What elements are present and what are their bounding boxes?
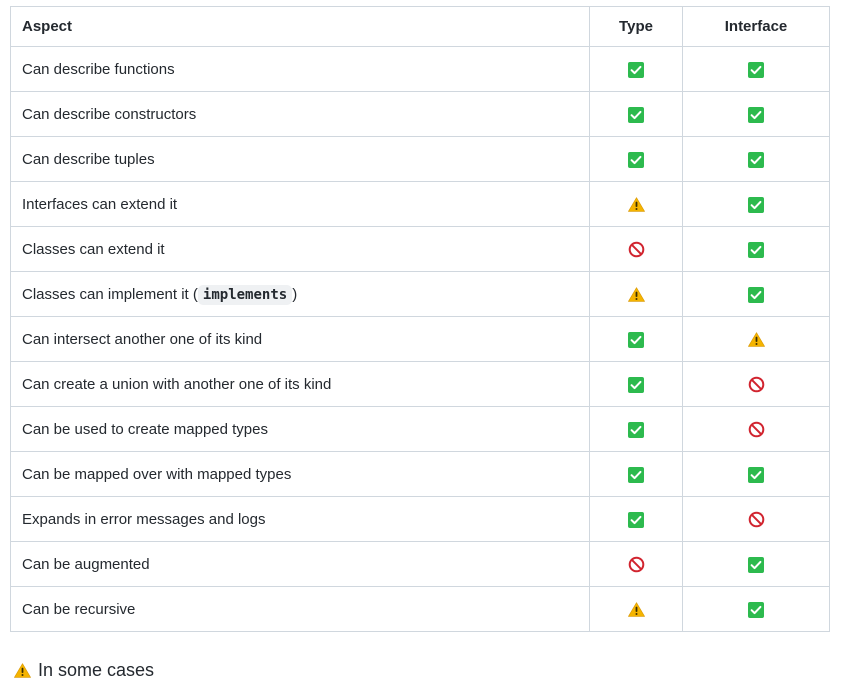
type-cell [589,316,683,362]
comparison-table: Aspect Type Interface Can describe funct… [10,6,830,632]
aspect-cell: Classes can extend it [10,226,590,272]
type-cell [589,541,683,587]
table-row: Can create a union with another one of i… [10,361,830,407]
aspect-cell: Classes can implement it (implements) [10,271,590,317]
type-cell [589,46,683,92]
table-row: Can be mapped over with mapped types [10,451,830,497]
table-row: Can intersect another one of its kind [10,316,830,362]
no-entry-icon [748,511,765,528]
aspect-cell: Can be mapped over with mapped types [10,451,590,497]
check-icon [748,61,764,78]
table-body: Can describe functions Can describe const… [10,46,830,632]
type-cell [589,451,683,497]
no-entry-icon [628,556,645,573]
interface-cell [682,541,830,587]
table-row: Interfaces can extend it [10,181,830,227]
header-type: Type [589,6,683,47]
footnote: In some cases [14,660,154,681]
aspect-cell: Can create a union with another one of i… [10,361,590,407]
interface-cell [682,271,830,317]
check-icon [748,241,764,258]
warning-icon [747,332,765,347]
type-cell [589,406,683,452]
table-row: Classes can extend it [10,226,830,272]
aspect-cell: Can be used to create mapped types [10,406,590,452]
aspect-text: Classes can implement it ( [22,285,198,303]
no-entry-icon [628,241,645,258]
interface-cell [682,361,830,407]
interface-cell [682,496,830,542]
warning-icon [627,197,645,212]
check-icon [748,286,764,303]
interface-cell [682,406,830,452]
table-row: Can be augmented [10,541,830,587]
aspect-cell: Interfaces can extend it [10,181,590,227]
interface-cell [682,181,830,227]
code-keyword: implements [197,284,293,305]
check-icon [748,106,764,123]
check-icon [748,601,764,618]
check-icon [628,511,644,528]
aspect-cell: Can describe tuples [10,136,590,182]
warning-icon [14,663,31,678]
interface-cell [682,136,830,182]
aspect-cell: Can describe functions [10,46,590,92]
type-cell [589,91,683,137]
no-entry-icon [748,421,765,438]
table-row: Can describe functions [10,46,830,92]
interface-cell [682,316,830,362]
aspect-text-suffix: ) [292,285,298,303]
check-icon [628,61,644,78]
no-entry-icon [748,376,765,393]
aspect-cell: Can intersect another one of its kind [10,316,590,362]
table-row: Can describe constructors [10,91,830,137]
type-cell [589,496,683,542]
header-interface: Interface [682,6,830,47]
footnote-text: In some cases [38,660,155,680]
aspect-cell: Can describe constructors [10,91,590,137]
interface-cell [682,451,830,497]
check-icon [628,331,644,348]
table-row: Expands in error messages and logs [10,496,830,542]
type-cell [589,226,683,272]
type-cell [589,361,683,407]
check-icon [628,106,644,123]
interface-cell [682,226,830,272]
table-row: Can describe tuples [10,136,830,182]
table-row: Can be used to create mapped types [10,406,830,452]
type-cell [589,136,683,182]
check-icon [628,376,644,393]
aspect-cell: Can be augmented [10,541,590,587]
warning-icon [627,602,645,617]
check-icon [748,466,764,483]
type-cell [589,586,683,632]
check-icon [628,151,644,168]
interface-cell [682,46,830,92]
table-row: Can be recursive [10,586,830,632]
aspect-cell: Can be recursive [10,586,590,632]
warning-icon [627,287,645,302]
table-header-row: Aspect Type Interface [10,6,830,47]
check-icon [748,196,764,213]
aspect-cell: Expands in error messages and logs [10,496,590,542]
check-icon [628,466,644,483]
header-aspect: Aspect [10,6,590,47]
check-icon [748,151,764,168]
interface-cell [682,91,830,137]
table-row: Classes can implement it (implements) [10,271,830,317]
check-icon [748,556,764,573]
check-icon [628,421,644,438]
type-cell [589,181,683,227]
interface-cell [682,586,830,632]
type-cell [589,271,683,317]
